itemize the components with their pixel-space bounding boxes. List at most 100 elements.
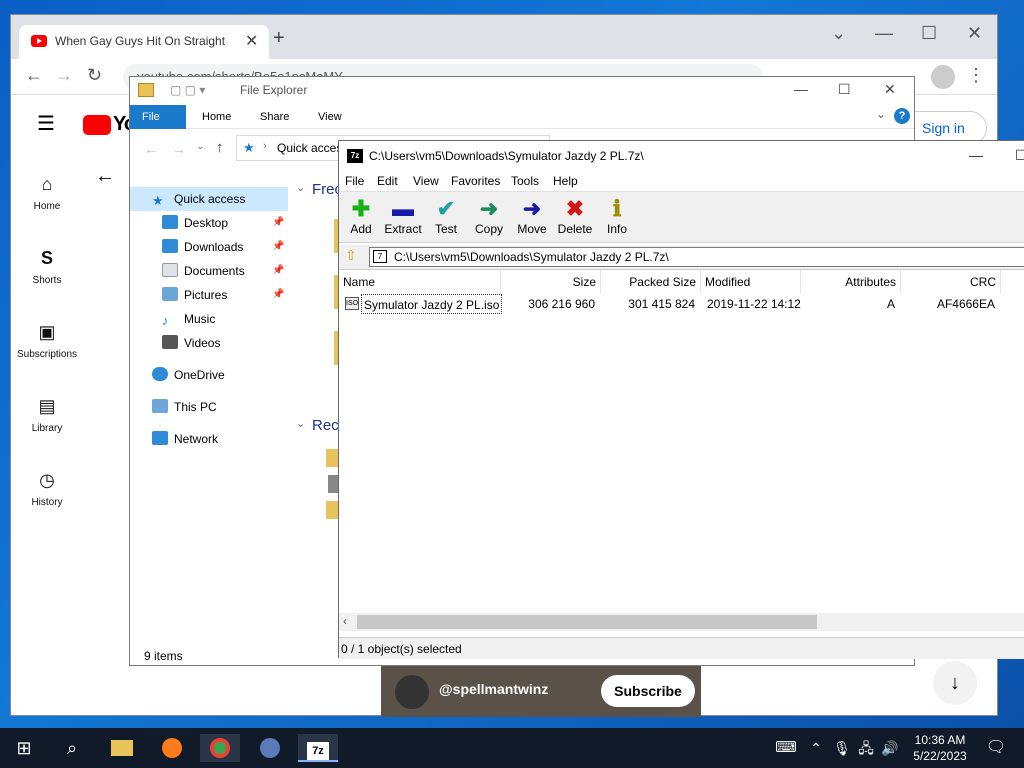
maximize-icon[interactable]: ☐ xyxy=(838,81,851,98)
subscribe-button[interactable]: Subscribe xyxy=(601,675,695,707)
sidebar-item-label: Subscriptions xyxy=(16,349,78,360)
nav-item-quick-access[interactable]: ★ Quick access xyxy=(152,188,245,210)
back-icon[interactable]: ← xyxy=(144,141,158,157)
cell-modified: 2019-11-22 14:12 xyxy=(707,297,801,311)
chrome-taskbar-icon[interactable] xyxy=(200,734,240,762)
tab-share[interactable]: Share xyxy=(248,105,301,129)
menu-file[interactable]: File xyxy=(345,174,364,188)
archive-icon: 7 xyxy=(373,250,387,263)
up-folder-icon[interactable]: ⇧ xyxy=(345,247,363,265)
help-icon[interactable]: ? xyxy=(894,108,910,124)
forward-icon[interactable]: → xyxy=(172,141,186,157)
sevenzip-toolbar: ✚ Add ▬ Extract ✔ Test ➜ Copy ➜ Move ✖ Delete … xyxy=(339,191,1024,243)
channel-avatar[interactable] xyxy=(395,675,429,709)
add-button[interactable]: ✚ Add xyxy=(339,196,383,236)
ribbon-expand-icon[interactable]: ⌄ xyxy=(876,107,886,121)
scrollbar-thumb[interactable] xyxy=(357,615,817,629)
column-size[interactable]: Size xyxy=(501,270,601,294)
recent-locations-icon[interactable]: ⌄ xyxy=(196,141,204,152)
scroll-left-icon[interactable]: ‹ xyxy=(343,614,347,628)
chrome-tab[interactable]: When Gay Guys Hit On Straight ✕ xyxy=(19,25,269,59)
plus-icon: ✚ xyxy=(351,196,371,221)
chevron-down-icon[interactable]: ⌄ xyxy=(296,417,305,430)
sidebar-item-home[interactable]: ⌂ Home xyxy=(11,173,83,212)
home-icon: ⌂ xyxy=(41,174,53,194)
tab-file[interactable]: File xyxy=(130,105,186,129)
tab-home[interactable]: Home xyxy=(190,105,243,129)
column-packed-size[interactable]: Packed Size xyxy=(601,270,701,294)
test-button[interactable]: ✔ Test xyxy=(424,196,468,236)
close-tab-icon[interactable]: ✕ xyxy=(245,31,258,51)
maximize-icon[interactable]: ☐ xyxy=(1015,147,1024,164)
menu-view[interactable]: View xyxy=(413,174,439,188)
app-circle-icon[interactable] xyxy=(250,734,290,762)
network-icon[interactable]: 🖧 xyxy=(856,734,876,762)
sidebar-item-label: Library xyxy=(31,423,63,434)
info-button[interactable]: ℹ Info xyxy=(595,196,639,236)
sidebar-item-shorts[interactable]: S Shorts xyxy=(11,247,83,286)
menu-tools[interactable]: Tools xyxy=(511,174,539,188)
chevron-up-icon[interactable]: ⌃ xyxy=(806,734,826,762)
volume-icon[interactable]: 🔊 xyxy=(880,734,900,762)
copy-button[interactable]: ➜ Copy xyxy=(467,196,511,236)
scroll-down-icon[interactable]: ↓ xyxy=(933,661,977,705)
maximize-icon[interactable]: ☐ xyxy=(921,23,937,44)
clock[interactable]: 10:36 AM 5/22/2023 xyxy=(900,732,980,764)
pictures-icon xyxy=(162,287,178,301)
keyboard-icon[interactable]: ⌨ xyxy=(766,734,806,762)
nav-item-this-pc[interactable]: This PC xyxy=(152,396,217,418)
menu-help[interactable]: Help xyxy=(553,174,578,188)
column-crc[interactable]: CRC xyxy=(901,270,1001,294)
nav-item-videos[interactable]: Videos xyxy=(162,332,220,354)
up-icon[interactable]: ↑ xyxy=(216,139,224,156)
nav-item-desktop[interactable]: Desktop xyxy=(162,212,228,234)
sevenzip-address-bar[interactable]: 7 C:\Users\vm5\Downloads\Symulator Jazdy… xyxy=(369,247,1024,267)
column-modified[interactable]: Modified xyxy=(701,270,801,294)
reload-icon[interactable]: ↻ xyxy=(87,65,102,86)
back-icon[interactable]: ← xyxy=(25,65,43,86)
nav-item-music[interactable]: ♪ Music xyxy=(162,308,215,330)
sidebar-item-subscriptions[interactable]: ▣ Subscriptions xyxy=(11,321,83,360)
table-row[interactable]: ISO Symulator Jazdy 2 PL.iso 306 216 960… xyxy=(339,294,1024,314)
nav-item-documents[interactable]: Documents xyxy=(162,260,245,282)
menu-edit[interactable]: Edit xyxy=(377,174,398,188)
shorts-video-preview[interactable]: @spellmantwinz Subscribe xyxy=(381,665,701,717)
extract-button[interactable]: ▬ Extract xyxy=(381,196,425,236)
nav-item-network[interactable]: Network xyxy=(152,428,218,450)
sidebar-item-history[interactable]: ◷ History xyxy=(11,469,83,508)
menu-dots-icon[interactable]: ⋮ xyxy=(967,65,985,86)
minimize-icon[interactable]: — xyxy=(875,23,893,44)
windows-start-icon[interactable]: ⊞ xyxy=(4,734,44,762)
move-button[interactable]: ➜ Move xyxy=(510,196,554,236)
sidebar-item-library[interactable]: ▤ Library xyxy=(11,395,83,434)
column-name[interactable]: Name xyxy=(339,270,501,294)
nav-item-onedrive[interactable]: OneDrive xyxy=(152,364,225,386)
quick-access-toolbar-icons[interactable]: ▢ ▢ ▾ xyxy=(170,83,205,97)
profile-avatar[interactable] xyxy=(931,65,955,89)
back-arrow-icon[interactable]: ← xyxy=(95,165,115,188)
tab-view[interactable]: View xyxy=(306,105,354,129)
chevron-down-icon[interactable]: ⌄ xyxy=(296,181,305,194)
delete-button[interactable]: ✖ Delete xyxy=(553,196,597,236)
horizontal-scrollbar[interactable]: ‹ xyxy=(339,613,1024,631)
microphone-icon[interactable]: 🎙 xyxy=(832,734,852,762)
nav-item-pictures[interactable]: Pictures xyxy=(162,284,227,306)
tab-search-icon[interactable]: ⌄ xyxy=(831,23,846,44)
notification-icon[interactable]: 🗨 xyxy=(976,734,1016,762)
youtube-logo-icon[interactable] xyxy=(83,115,111,135)
minimize-icon[interactable]: — xyxy=(794,81,808,97)
file-explorer-taskbar-icon[interactable] xyxy=(102,734,142,762)
sevenzip-taskbar-icon[interactable]: 7z xyxy=(298,734,338,762)
sevenzip-title-bar: 7z C:\Users\vm5\Downloads\Symulator Jazd… xyxy=(339,141,1024,171)
search-icon[interactable]: ⌕ xyxy=(52,734,92,762)
new-tab-button[interactable]: + xyxy=(273,27,285,50)
close-icon[interactable]: ✕ xyxy=(967,23,982,44)
column-attributes[interactable]: Attributes xyxy=(801,270,901,294)
close-icon[interactable]: ✕ xyxy=(884,81,896,98)
forward-icon[interactable]: → xyxy=(55,65,73,86)
nav-item-downloads[interactable]: Downloads xyxy=(162,236,243,258)
menu-favorites[interactable]: Favorites xyxy=(451,174,500,188)
minimize-icon[interactable]: — xyxy=(969,147,983,163)
channel-handle[interactable]: @spellmantwinz xyxy=(439,681,548,697)
firefox-icon[interactable] xyxy=(152,734,192,762)
